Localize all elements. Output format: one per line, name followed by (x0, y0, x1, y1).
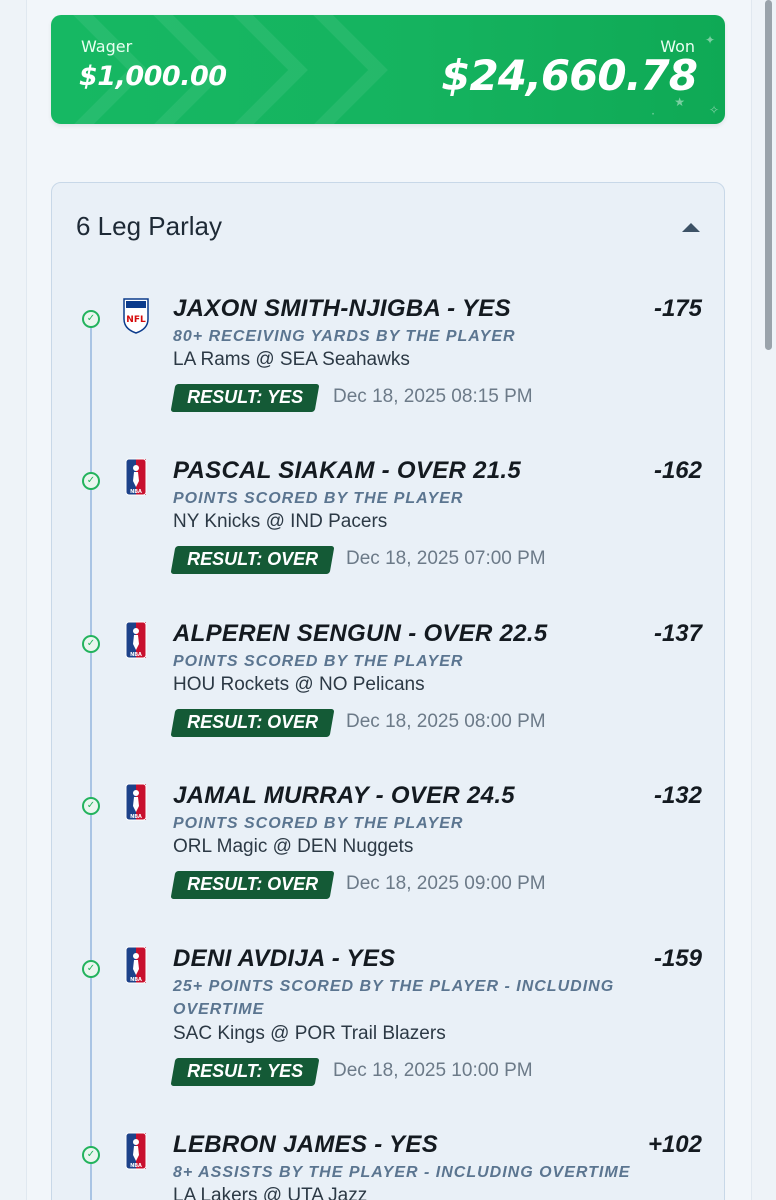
leg-player: LEBRON JAMES - YES (173, 1131, 439, 1158)
check-circle-icon: ✓ (82, 635, 100, 653)
parlay-card: 6 Leg Parlay ✓ NFL JAXON SMITH-NJIGBA - … (51, 182, 725, 1200)
parlay-leg[interactable]: ✓ NBA JAMAL MURRAY - OVER 24.5 -132 POIN… (52, 782, 724, 932)
check-circle-icon: ✓ (82, 472, 100, 490)
leg-market: POINTS SCORED BY THE PLAYER (173, 490, 464, 507)
leg-date: Dec 18, 2025 08:15 PM (333, 386, 533, 407)
check-circle-icon: ✓ (82, 797, 100, 815)
result-badge: RESULT: OVER (170, 546, 335, 574)
leg-odds: -175 (653, 295, 702, 322)
result-badge: RESULT: OVER (170, 709, 335, 737)
nba-logo-icon: NBA (125, 621, 147, 659)
scrollbar[interactable] (765, 0, 772, 350)
leg-player: PASCAL SIAKAM - OVER 21.5 (173, 457, 522, 484)
result-label: RESULT: (187, 874, 263, 894)
svg-text:NBA: NBA (130, 1163, 142, 1169)
nba-logo-icon: NBA (125, 1132, 147, 1170)
check-circle-icon: ✓ (82, 310, 100, 328)
leg-matchup: LA Rams @ SEA Seahawks (173, 349, 410, 370)
leg-matchup: NY Knicks @ IND Pacers (173, 511, 388, 532)
leg-market: 8+ ASSISTS BY THE PLAYER - INCLUDING OVE… (173, 1164, 631, 1181)
parlay-leg[interactable]: ✓ NBA DENI AVDIJA - YES -159 25+ POINTS … (52, 945, 724, 1120)
leg-date: Dec 18, 2025 07:00 PM (346, 548, 546, 569)
result-badge: RESULT: OVER (170, 871, 335, 899)
result-badge: RESULT: YES (170, 384, 320, 412)
result-value: OVER (267, 874, 319, 894)
leg-market: POINTS SCORED BY THE PLAYER (173, 653, 464, 670)
leg-market: 80+ RECEIVING YARDS BY THE PLAYER (173, 328, 516, 345)
check-circle-icon: ✓ (82, 960, 100, 978)
leg-odds: -132 (653, 782, 702, 809)
parlay-leg[interactable]: ✓ NBA PASCAL SIAKAM - OVER 21.5 -162 POI… (52, 457, 724, 607)
parlay-leg[interactable]: ✓ NBA ALPEREN SENGUN - OVER 22.5 -137 PO… (52, 620, 724, 770)
parlay-title: 6 Leg Parlay (76, 211, 222, 241)
leg-matchup: ORL Magic @ DEN Nuggets (173, 836, 414, 857)
nfl-logo-icon: NFL (123, 298, 149, 334)
result-label: RESULT: (187, 549, 263, 569)
leg-market: POINTS SCORED BY THE PLAYER (173, 815, 464, 832)
leg-matchup: HOU Rockets @ NO Pelicans (173, 674, 425, 695)
wager-label: Wager (81, 37, 133, 56)
collapse-caret-icon[interactable] (682, 223, 700, 232)
result-value: OVER (267, 549, 319, 569)
svg-text:NBA: NBA (130, 652, 142, 658)
leg-player: ALPEREN SENGUN - OVER 22.5 (173, 620, 548, 647)
leg-player: JAXON SMITH-NJIGBA - YES (173, 295, 511, 322)
leg-date: Dec 18, 2025 09:00 PM (346, 873, 546, 894)
leg-date: Dec 18, 2025 10:00 PM (333, 1060, 533, 1081)
leg-odds: +102 (647, 1131, 702, 1158)
leg-odds: -137 (653, 620, 702, 647)
parlay-leg[interactable]: ✓ NBA LEBRON JAMES - YES +102 8+ ASSISTS… (52, 1131, 724, 1200)
leg-date: Dec 18, 2025 08:00 PM (346, 711, 546, 732)
nba-logo-icon: NBA (125, 783, 147, 821)
svg-text:NFL: NFL (126, 315, 146, 325)
nba-logo-icon: NBA (125, 946, 147, 984)
leg-matchup: LA Lakers @ UTA Jazz (173, 1185, 368, 1200)
won-amount: $24,660.78 (441, 51, 698, 100)
check-circle-icon: ✓ (82, 1146, 100, 1164)
result-badge: RESULT: YES (170, 1058, 320, 1086)
result-label: RESULT: (187, 712, 263, 732)
nba-logo-icon: NBA (125, 458, 147, 496)
svg-text:NBA: NBA (130, 977, 142, 983)
payout-banner: ✦ ★ ✧ · Wager $1,000.00 Won $24,660.78 (51, 15, 725, 124)
result-label: RESULT: (187, 1061, 263, 1081)
result-value: OVER (267, 712, 319, 732)
wager-amount: $1,000.00 (79, 61, 227, 92)
leg-odds: -162 (653, 457, 702, 484)
leg-market: 25+ POINTS SCORED BY THE PLAYER - INCLUD… (173, 978, 615, 1018)
result-value: YES (267, 387, 304, 407)
svg-text:NBA: NBA (130, 489, 142, 495)
confetti-icon: · (651, 107, 655, 121)
confetti-icon: ✦ (704, 33, 715, 47)
leg-matchup: SAC Kings @ POR Trail Blazers (173, 1023, 446, 1044)
svg-text:NBA: NBA (130, 814, 142, 820)
leg-player: DENI AVDIJA - YES (173, 945, 396, 972)
result-value: YES (267, 1061, 304, 1081)
leg-odds: -159 (653, 945, 702, 972)
confetti-icon: ✧ (708, 103, 719, 117)
result-label: RESULT: (187, 387, 263, 407)
parlay-leg[interactable]: ✓ NFL JAXON SMITH-NJIGBA - YES -175 80+ … (52, 295, 724, 445)
leg-player: JAMAL MURRAY - OVER 24.5 (173, 782, 515, 809)
